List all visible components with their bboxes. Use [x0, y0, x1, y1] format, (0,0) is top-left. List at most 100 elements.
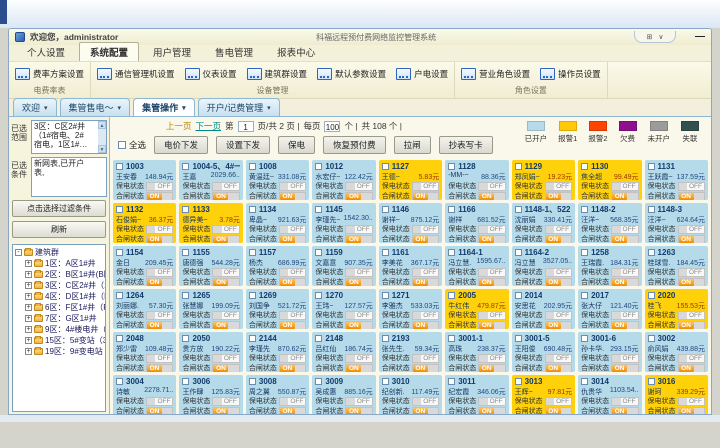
meter-card[interactable]: 1271李雅杰533.03元保电状态OFF合闸状态ON [379, 289, 442, 329]
filter-select-button[interactable]: 点击选择过滤条件 [12, 200, 106, 217]
card-checkbox[interactable] [581, 292, 588, 299]
card-checkbox[interactable] [315, 206, 322, 213]
meter-card[interactable]: 1161李美花367.17元保电状态OFF合闸状态ON [379, 246, 442, 286]
meter-card[interactable]: 2144李瑾先870.62元保电状态OFF合闸状态ON [246, 332, 309, 372]
meter-card[interactable]: 3014仇贵华1103.54..保电状态OFF合闸状态ON [578, 375, 641, 414]
toolbar-button[interactable]: 设置下发 [216, 136, 270, 154]
menu-tab[interactable]: 个人设置 [17, 43, 75, 61]
card-checkbox[interactable] [182, 163, 189, 170]
meter-card[interactable]: 1148-2汪洋~568.35元保电状态OFF合闸状态ON [578, 203, 641, 243]
ribbon-button[interactable]: 户电设置 [396, 68, 448, 80]
card-checkbox[interactable] [116, 163, 123, 170]
card-checkbox[interactable] [515, 163, 522, 170]
next-page-link[interactable]: 下一页 [196, 120, 222, 132]
card-checkbox[interactable] [448, 163, 455, 170]
meter-card[interactable]: 2005牛红伟479.87元保电状态OFF合闸状态ON [445, 289, 508, 329]
meter-card[interactable]: 3001-1高珠238.37元保电状态OFF合闸状态ON [445, 332, 508, 372]
card-checkbox[interactable] [648, 335, 655, 342]
card-checkbox[interactable] [116, 249, 123, 256]
meter-card[interactable]: 1008黄温廷~331.08元保电状态OFF合闸状态ON [246, 160, 309, 200]
meter-card[interactable]: 1148-1、522沈丽娟330.41元保电状态OFF合闸状态ON [512, 203, 575, 243]
skin-selector[interactable]: ⊞ ∨ [634, 31, 676, 43]
meter-card[interactable]: 3011纪宏霞346.06元保电状态OFF合闸状态ON [445, 375, 508, 414]
meter-card[interactable]: 2050贵方放190.22元保电状态OFF合闸状态ON [179, 332, 242, 372]
card-checkbox[interactable] [249, 163, 256, 170]
menu-tab[interactable]: 用户管理 [143, 43, 201, 61]
tree-root[interactable]: - 建筑群 [15, 247, 105, 258]
card-checkbox[interactable] [648, 292, 655, 299]
prev-page-link[interactable]: 上一页 [166, 120, 192, 132]
tree-item[interactable]: +2区：B区1#井(B区1#宿 [15, 269, 105, 280]
meter-card[interactable]: 1265张慧娜199.09元保电状态OFF合闸状态ON [179, 289, 242, 329]
card-checkbox[interactable] [648, 249, 655, 256]
meter-card[interactable]: 3009吴成惠885.16元保电状态OFF合闸状态ON [312, 375, 375, 414]
select-all[interactable]: 全选 [118, 139, 146, 151]
expand-icon[interactable]: + [25, 326, 32, 333]
meter-card[interactable]: 3016谢珂339.29元保电状态OFF合闸状态ON [645, 375, 708, 414]
tree-item[interactable]: +4区：D区1#井（D区1 [15, 291, 105, 302]
toolbar-button[interactable]: 拉闸 [394, 136, 431, 154]
meter-card[interactable]: 1127王德~5.83元保电状态OFF合闸状态ON [379, 160, 442, 200]
meter-card[interactable]: 1146谢祥~875.12元保电状态OFF合闸状态ON [379, 203, 442, 243]
card-checkbox[interactable] [448, 292, 455, 299]
meter-card[interactable]: 2193张先生.59.34元保电状态OFF合闸状态ON [379, 332, 442, 372]
card-checkbox[interactable] [515, 378, 522, 385]
card-checkbox[interactable] [182, 206, 189, 213]
meter-card[interactable]: 3004诗敏2278.71..保电状态OFF合闸状态ON [113, 375, 176, 414]
selected-range-listbox[interactable]: 3区：C区2#井（1#宿电、2#宿电，1区1#… ▲ ▼ [31, 120, 107, 154]
minimize-button[interactable]: — [695, 33, 705, 41]
meter-card[interactable]: 1133德异美~3.78元保电状态OFF合闸状态ON [179, 203, 242, 243]
meter-card[interactable]: 1159文嘉意907.35元保电状态OFF合闸状态ON [312, 246, 375, 286]
select-all-checkbox[interactable] [118, 141, 126, 149]
expand-icon[interactable]: + [25, 315, 32, 322]
document-tab[interactable]: 开户/记费管理▾ [198, 98, 280, 116]
meter-card[interactable]: 2020桂飞155.53元保电状态OFF合闸状态ON [645, 289, 708, 329]
card-checkbox[interactable] [116, 292, 123, 299]
scroll-up-icon[interactable]: ▲ [98, 121, 106, 129]
card-checkbox[interactable] [515, 206, 522, 213]
ribbon-button[interactable]: 费率方案设置 [15, 68, 84, 80]
meter-card[interactable]: 1148-3汪洋~624.64元保电状态OFF合闸状态ON [645, 203, 708, 243]
meter-card[interactable]: 1134卑晶~921.63元保电状态OFF合闸状态ON [246, 203, 309, 243]
card-checkbox[interactable] [382, 206, 389, 213]
menu-tab[interactable]: 报表中心 [267, 43, 325, 61]
expand-icon[interactable]: + [25, 293, 32, 300]
card-checkbox[interactable] [581, 249, 588, 256]
card-checkbox[interactable] [249, 206, 256, 213]
listbox-scrollbar[interactable]: ▲ ▼ [98, 121, 106, 153]
meter-card[interactable]: 1128-MM-~88.36元保电状态OFF合闸状态ON [445, 160, 508, 200]
expand-icon[interactable]: + [25, 304, 32, 311]
card-checkbox[interactable] [382, 378, 389, 385]
meter-card[interactable]: 1154金日209.45元保电状态OFF合闸状态ON [113, 246, 176, 286]
card-checkbox[interactable] [448, 206, 455, 213]
ribbon-button[interactable]: 通信管理机设置 [97, 68, 175, 80]
ribbon-button[interactable]: 默认参数设置 [317, 68, 386, 80]
card-checkbox[interactable] [581, 163, 588, 170]
tree-item[interactable]: +1区：A区1#井 [15, 258, 105, 269]
card-checkbox[interactable] [515, 249, 522, 256]
meter-card[interactable]: 1004-5、4#一王嘉2029.66..保电状态OFF合闸状态ON [179, 160, 242, 200]
meter-card[interactable]: 1003王安春148.94元保电状态OFF合闸状态ON [113, 160, 176, 200]
meter-card[interactable]: 3010纪创新.117.49元保电状态OFF合闸状态ON [379, 375, 442, 414]
meter-card[interactable]: 1132石俊娟~36.37元保电状态OFF合闸状态ON [113, 203, 176, 243]
card-checkbox[interactable] [448, 249, 455, 256]
expand-icon[interactable]: + [25, 348, 32, 355]
card-checkbox[interactable] [515, 292, 522, 299]
meter-card[interactable]: 1130焦全超99.49元保电状态OFF合闸状态ON [578, 160, 641, 200]
card-checkbox[interactable] [249, 249, 256, 256]
document-tab[interactable]: 集管操作▾ [133, 98, 195, 116]
document-tab[interactable]: 欢迎▾ [13, 98, 57, 116]
expand-icon[interactable]: + [25, 337, 32, 344]
card-checkbox[interactable] [382, 163, 389, 170]
meter-card[interactable]: 1269刘国争521.72元保电状态OFF合闸状态ON [246, 289, 309, 329]
card-checkbox[interactable] [249, 292, 256, 299]
card-checkbox[interactable] [648, 378, 655, 385]
ribbon-button[interactable]: 营业角色设置 [461, 68, 530, 80]
meter-card[interactable]: 1166谢祥681.52元保电状态OFF合闸状态ON [445, 203, 508, 243]
menu-tab[interactable]: 系统配置 [79, 42, 139, 61]
toolbar-button[interactable]: 保电 [278, 136, 315, 154]
expand-icon[interactable]: + [25, 271, 32, 278]
meter-card[interactable]: 3001-5王阳俊690.48元保电状态OFF合闸状态ON [512, 332, 575, 372]
tree-item[interactable]: +3区：C区2#井（1#宿 [15, 280, 105, 291]
card-checkbox[interactable] [581, 335, 588, 342]
